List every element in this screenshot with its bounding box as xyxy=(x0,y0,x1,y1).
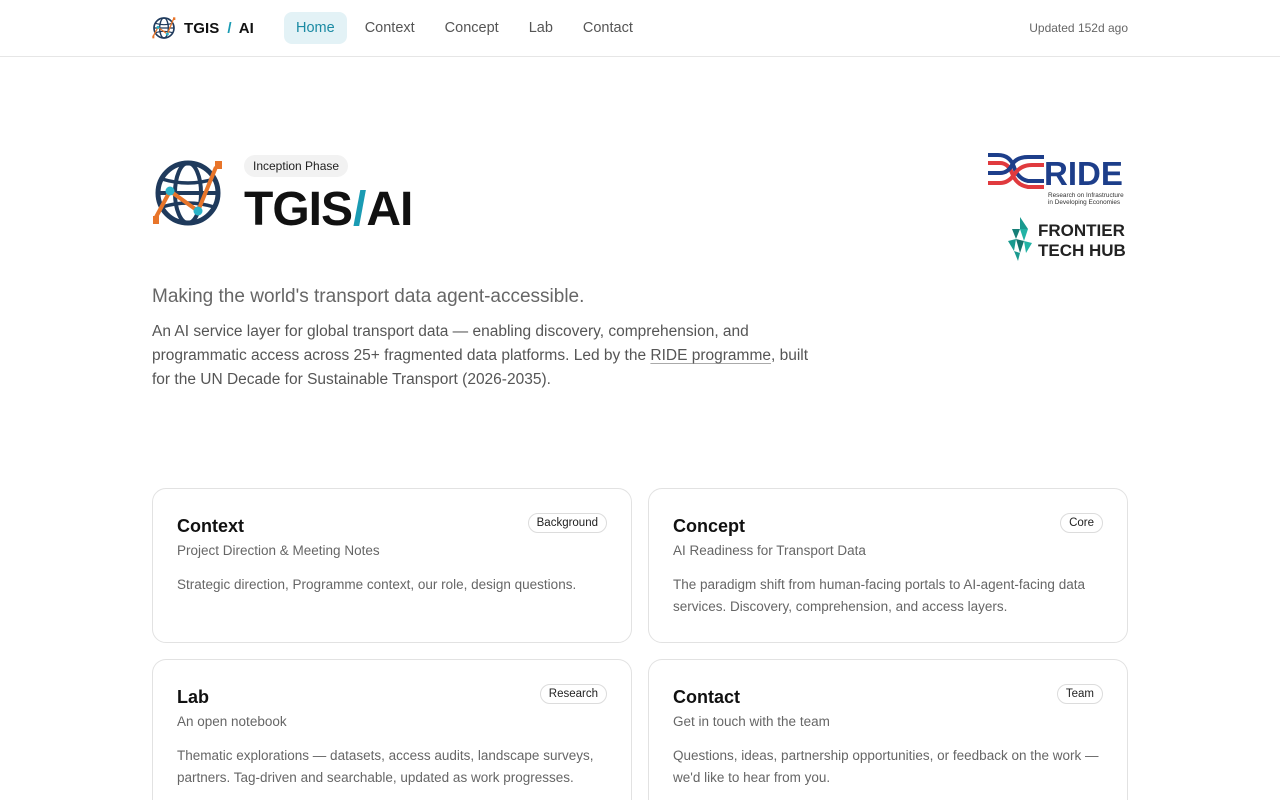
brand-text: TGIS / AI xyxy=(184,20,254,37)
card-description: Strategic direction, Programme context, … xyxy=(177,577,577,592)
top-bar: TGIS / AI Home Context Concept Lab Contact… xyxy=(0,0,1280,57)
card-subtitle: Project Direction & Meeting Notes xyxy=(177,543,380,558)
card-title: Lab xyxy=(177,687,210,707)
hero-tagline: Making the world's transport data agent-… xyxy=(152,286,585,307)
title-left: TGIS xyxy=(244,183,353,236)
card-description: Thematic explorations — datasets, access… xyxy=(177,748,594,785)
brand-name-right: AI xyxy=(238,19,254,37)
fth-wordmark-line1: FRONTIER xyxy=(1038,221,1125,240)
card-description: The paradigm shift from human-facing por… xyxy=(673,577,1085,614)
card-title: Concept xyxy=(673,516,745,536)
ride-subtitle-2: in Developing Economies xyxy=(1048,199,1120,206)
nav-concept[interactable]: Concept xyxy=(431,12,513,44)
title-separator: / xyxy=(353,183,366,236)
card-tag: Research xyxy=(539,684,607,704)
nav-context[interactable]: Context xyxy=(351,12,429,44)
card-title: Context xyxy=(177,516,244,536)
hero-lead-paragraph: An AI service layer for global transport… xyxy=(152,320,812,392)
ride-subtitle-1: Research on Infrastructure xyxy=(1048,192,1124,199)
card-subtitle: Get in touch with the team xyxy=(673,714,830,729)
globe-network-logo-icon xyxy=(152,17,176,39)
card-concept[interactable]: Concept Core AI Readiness for Transport … xyxy=(648,488,1128,643)
card-context[interactable]: Context Background Project Direction & M… xyxy=(152,488,632,643)
globe-network-logo-icon xyxy=(153,160,222,226)
frontier-tech-hub-partner-logo[interactable]: FRONTIER TECH HUB xyxy=(1008,217,1128,261)
nav-contact[interactable]: Contact xyxy=(569,12,647,44)
ride-wordmark: RIDE xyxy=(1044,155,1123,192)
ride-programme-link[interactable]: RIDE programme xyxy=(650,347,771,364)
fth-wordmark-line2: TECH HUB xyxy=(1038,241,1126,260)
phase-badge: Inception Phase xyxy=(244,155,349,177)
brand-separator: / xyxy=(227,19,232,37)
brand-home-link[interactable]: TGIS / AI xyxy=(152,16,254,40)
card-lab[interactable]: Lab Research An open notebook Thematic e… xyxy=(152,659,632,800)
card-title: Contact xyxy=(673,687,740,707)
card-tag: Team xyxy=(1056,684,1103,704)
card-subtitle: AI Readiness for Transport Data xyxy=(673,543,866,558)
ride-partner-logo[interactable]: RIDE Research on Infrastructure in Devel… xyxy=(988,153,1128,207)
nav-home[interactable]: Home xyxy=(284,12,347,44)
card-description: Questions, ideas, partnership opportunit… xyxy=(673,748,1099,785)
page-title: TGIS/AI xyxy=(244,182,413,238)
last-updated-text: Updated 152d ago xyxy=(1029,21,1128,35)
card-tag: Core xyxy=(1060,513,1103,533)
card-tag: Background xyxy=(527,513,607,533)
title-right: AI xyxy=(366,183,413,236)
nav-lab[interactable]: Lab xyxy=(515,12,567,44)
card-subtitle: An open notebook xyxy=(177,714,287,729)
brand-name-left: TGIS xyxy=(184,19,220,37)
main-nav: Home Context Concept Lab Contact xyxy=(284,12,649,44)
card-contact[interactable]: Contact Team Get in touch with the team … xyxy=(648,659,1128,800)
